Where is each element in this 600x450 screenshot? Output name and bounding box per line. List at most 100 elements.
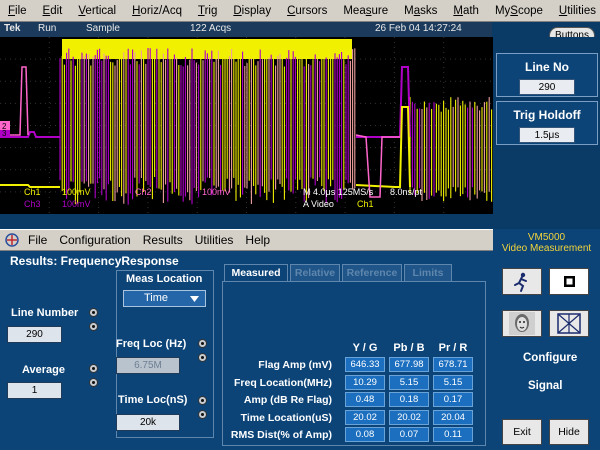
scope-menu-display[interactable]: Display bbox=[225, 5, 279, 17]
line-number-radio[interactable] bbox=[89, 308, 98, 317]
scope-menu-file[interactable]: File bbox=[0, 5, 35, 17]
table-cell: 677.98 bbox=[389, 357, 429, 372]
meas-location-dropdown[interactable]: Time bbox=[123, 290, 206, 307]
table-cell: 0.11 bbox=[433, 427, 473, 442]
row-label: Flag Amp (mV) bbox=[258, 359, 332, 371]
trig-holdoff-title: Trig Holdoff bbox=[513, 108, 581, 122]
freq-loc-radio-2[interactable] bbox=[198, 353, 207, 362]
tab-reference[interactable]: Reference bbox=[342, 264, 402, 281]
average-radio-2[interactable] bbox=[89, 378, 98, 387]
pattern-button[interactable] bbox=[549, 310, 589, 337]
line-number-field[interactable]: 290 bbox=[7, 326, 62, 343]
time-loc-radio[interactable] bbox=[198, 396, 207, 405]
run-person-button[interactable] bbox=[502, 268, 542, 295]
waveform-readout: M 4.0μs 125MS/s bbox=[303, 187, 374, 197]
exit-button[interactable]: Exit bbox=[502, 419, 542, 445]
chevron-down-icon bbox=[190, 296, 199, 302]
waveform-readout: Ch3 bbox=[24, 199, 41, 209]
meas-location-value: Time bbox=[144, 292, 169, 304]
table-cell: 0.17 bbox=[433, 392, 473, 407]
scope-menu-trig[interactable]: Trig bbox=[190, 5, 225, 17]
trig-holdoff-control[interactable]: Trig Holdoff 1.5μs bbox=[496, 101, 598, 145]
time-loc-field[interactable]: 20k bbox=[116, 414, 180, 431]
stop-button[interactable] bbox=[549, 268, 589, 295]
line-no-control[interactable]: Line No 290 bbox=[496, 53, 598, 97]
table-cell: 20.02 bbox=[389, 409, 429, 425]
waveform-display[interactable]: 3 2 Ch1 100mV Ch2 100mV M 4.0μs 125MS/s 8.0ns/p… bbox=[0, 37, 493, 214]
waveform-readout: Ch2 bbox=[135, 187, 152, 197]
column-header-pbb: Pb / B bbox=[393, 342, 425, 354]
configure-label[interactable]: Configure bbox=[523, 352, 577, 364]
face-image-button[interactable] bbox=[502, 310, 542, 337]
hide-button[interactable]: Hide bbox=[549, 419, 589, 445]
stop-square-icon bbox=[564, 276, 575, 287]
tab-relative[interactable]: Relative bbox=[290, 264, 340, 281]
vm-menubar: File Configuration Results Utilities Help bbox=[0, 229, 493, 251]
vm-menu-help[interactable]: Help bbox=[239, 233, 276, 247]
row-label: RMS Dist(% of Amp) bbox=[230, 429, 332, 441]
table-cell: 0.18 bbox=[389, 392, 429, 407]
scope-menu-cursors[interactable]: Cursors bbox=[279, 5, 335, 17]
running-person-icon bbox=[514, 272, 527, 292]
scope-menu-math[interactable]: Math bbox=[445, 5, 487, 17]
brand-label: Tek bbox=[4, 23, 21, 34]
line-no-value[interactable]: 290 bbox=[519, 79, 575, 95]
scope-menu-myscope[interactable]: MyScope bbox=[487, 5, 551, 17]
vm-title-subtitle: Video Measurement bbox=[501, 243, 592, 254]
scope-menu-masks[interactable]: Masks bbox=[396, 5, 445, 17]
waveform-readout: 8.0ns/pt bbox=[390, 187, 423, 197]
table-cell: 20.04 bbox=[433, 409, 473, 425]
waveform-readout: A Video bbox=[303, 199, 334, 209]
vm-menu-results[interactable]: Results bbox=[137, 233, 189, 247]
table-cell: 0.48 bbox=[345, 392, 385, 407]
vm-menu-configuration[interactable]: Configuration bbox=[53, 233, 136, 247]
vm-title: VM5000 Video Measurement bbox=[493, 232, 600, 254]
run-state: Run bbox=[38, 23, 57, 34]
average-field[interactable]: 1 bbox=[7, 382, 62, 399]
table-cell: 5.15 bbox=[389, 374, 429, 390]
trig-holdoff-value[interactable]: 1.5μs bbox=[519, 127, 575, 143]
time-loc-radio-2[interactable] bbox=[198, 410, 207, 419]
waveform-graticule: 32Ch1 100mV Ch2 100mV M 4.0μs 125MS/s 8.0ns/p… bbox=[0, 37, 493, 214]
scope-menu-vertical[interactable]: Vertical bbox=[70, 5, 124, 17]
meas-location-title: Meas Location bbox=[124, 273, 205, 285]
scope-menu-edit[interactable]: Edit bbox=[35, 5, 71, 17]
vm-side-panel bbox=[493, 229, 600, 450]
table-cell: 20.02 bbox=[345, 409, 385, 425]
scope-menu-horizacq[interactable]: Horiz/Acq bbox=[124, 5, 190, 17]
column-header-prr: Pr / R bbox=[438, 342, 468, 354]
column-header-yg: Y / G bbox=[352, 342, 378, 354]
acq-mode: Sample bbox=[86, 23, 120, 34]
scope-menubar: File Edit Vertical Horiz/Acq Trig Display Curs… bbox=[0, 0, 600, 22]
waveform-readout: Ch1 bbox=[24, 187, 41, 197]
tab-measured[interactable]: Measured bbox=[224, 264, 288, 281]
acq-count: 122 Acqs bbox=[190, 23, 232, 34]
signal-label[interactable]: Signal bbox=[528, 380, 563, 392]
table-cell: 0.08 bbox=[345, 427, 385, 442]
waveform-readout: 100mV bbox=[62, 187, 91, 197]
tab-limits[interactable]: Limits bbox=[404, 264, 452, 281]
vm-menu-file[interactable]: File bbox=[22, 233, 53, 247]
date-time: 26 Feb 04 14:27:24 bbox=[375, 23, 462, 34]
row-label: Freq Location(MHz) bbox=[234, 376, 332, 389]
crosshatch-icon bbox=[557, 313, 581, 334]
tek-logo-icon bbox=[5, 233, 19, 247]
row-label: Amp (dB Re Flag) bbox=[243, 394, 332, 406]
average-label: Average bbox=[22, 364, 66, 376]
freq-loc-field[interactable]: 6.75M bbox=[116, 357, 180, 374]
freq-loc-label: Freq Loc (Hz) bbox=[116, 338, 187, 350]
scope-menu-utilities[interactable]: Utilities bbox=[551, 5, 600, 17]
waveform-readout: 100mV bbox=[62, 199, 91, 209]
table-cell: 678.71 bbox=[433, 357, 473, 372]
average-radio[interactable] bbox=[89, 364, 98, 373]
scope-menu-measure[interactable]: Measure bbox=[335, 5, 396, 17]
row-label: Time Location(uS) bbox=[240, 411, 332, 424]
table-cell: 0.07 bbox=[389, 427, 429, 442]
line-no-title: Line No bbox=[525, 60, 569, 74]
vm-menu-utilities[interactable]: Utilities bbox=[189, 233, 240, 247]
waveform-readout: 100mV bbox=[202, 187, 231, 197]
freq-loc-radio[interactable] bbox=[198, 339, 207, 348]
waveform-readout: Ch1 bbox=[357, 199, 374, 209]
line-number-radio-2[interactable] bbox=[89, 322, 98, 331]
channel-marker-label: 2 bbox=[2, 122, 7, 131]
